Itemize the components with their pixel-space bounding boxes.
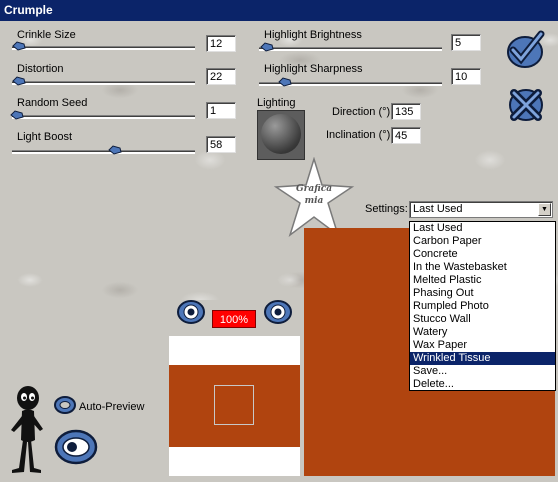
light-boost-slider[interactable] [12, 150, 195, 154]
auto-preview-toggle-icon[interactable] [53, 393, 77, 417]
cancel-x-icon[interactable] [505, 84, 547, 126]
settings-option-wrinkled-tissue[interactable]: Wrinkled Tissue [410, 352, 555, 365]
highlight-sharpness-slider-thumb[interactable] [278, 77, 292, 87]
inclination-label: Inclination (°) [326, 129, 391, 141]
crinkle-size-input[interactable]: 12 [206, 35, 236, 52]
distortion-slider-thumb[interactable] [12, 76, 26, 86]
logo-line-2: mia [304, 196, 324, 206]
inclination-input[interactable]: 45 [391, 127, 421, 144]
settings-option-concrete[interactable]: Concrete [410, 248, 555, 261]
random-seed-label: Random Seed [17, 97, 88, 109]
crinkle-size-slider-thumb[interactable] [12, 41, 26, 51]
crinkle-size-slider[interactable] [12, 46, 195, 50]
zoom-in-eye-icon[interactable] [262, 296, 294, 328]
distortion-input[interactable]: 22 [206, 68, 236, 85]
preview-eye-icon[interactable] [52, 423, 100, 471]
lighting-preview[interactable] [257, 110, 305, 160]
highlight-brightness-slider-thumb[interactable] [260, 42, 274, 52]
settings-option-rumpled-photo[interactable]: Rumpled Photo [410, 300, 555, 313]
random-seed-slider[interactable] [12, 115, 195, 119]
settings-option-in-the-wastebasket[interactable]: In the Wastebasket [410, 261, 555, 274]
settings-dropdown-list[interactable]: Last Used Carbon Paper Concrete In the W… [409, 221, 556, 391]
distortion-label: Distortion [17, 63, 64, 75]
zoom-level: 100% [212, 310, 256, 328]
dropdown-arrow-icon[interactable]: ▼ [538, 203, 551, 216]
crinkle-size-label: Crinkle Size [17, 29, 76, 41]
preview-region-box[interactable] [214, 385, 254, 425]
highlight-sharpness-label: Highlight Sharpness [264, 63, 363, 75]
distortion-slider[interactable] [12, 81, 195, 85]
light-boost-input[interactable]: 58 [206, 136, 236, 153]
random-seed-input[interactable]: 1 [206, 102, 236, 119]
lighting-label: Lighting [257, 97, 296, 109]
settings-option-stucco-wall[interactable]: Stucco Wall [410, 313, 555, 326]
settings-option-delete[interactable]: Delete... [410, 378, 555, 391]
settings-option-last-used[interactable]: Last Used [410, 222, 555, 235]
highlight-brightness-input[interactable]: 5 [451, 34, 481, 51]
random-seed-slider-thumb[interactable] [10, 110, 24, 120]
light-boost-label: Light Boost [17, 131, 73, 143]
settings-label: Settings: [365, 203, 408, 215]
highlight-sharpness-input[interactable]: 10 [451, 68, 481, 85]
highlight-brightness-slider[interactable] [259, 47, 442, 51]
auto-preview-label: Auto-Preview [79, 401, 145, 413]
light-boost-slider-thumb[interactable] [108, 145, 122, 155]
dialog-title: Crumple [0, 0, 558, 21]
settings-option-melted-plastic[interactable]: Melted Plastic [410, 274, 555, 287]
settings-option-watery[interactable]: Watery [410, 326, 555, 339]
logo-line-1: Grafica [295, 184, 333, 194]
settings-option-wax-paper[interactable]: Wax Paper [410, 339, 555, 352]
lighting-sphere[interactable] [261, 114, 301, 154]
settings-select[interactable]: Last Used ▼ [409, 201, 553, 218]
mascot-figure-icon [11, 386, 43, 473]
direction-input[interactable]: 135 [391, 103, 421, 120]
crumple-dialog: Crumple Crinkle Size 12 Distortion 22 Ra… [0, 0, 558, 482]
settings-selected-value: Last Used [413, 203, 463, 215]
preview-before-image [169, 365, 300, 447]
preview-before[interactable] [169, 336, 300, 476]
settings-option-phasing-out[interactable]: Phasing Out [410, 287, 555, 300]
direction-label: Direction (°) [332, 106, 391, 118]
settings-option-carbon-paper[interactable]: Carbon Paper [410, 235, 555, 248]
settings-option-save[interactable]: Save... [410, 365, 555, 378]
ok-check-icon[interactable] [503, 28, 547, 72]
highlight-brightness-label: Highlight Brightness [264, 29, 362, 41]
zoom-out-eye-icon[interactable] [175, 296, 207, 328]
